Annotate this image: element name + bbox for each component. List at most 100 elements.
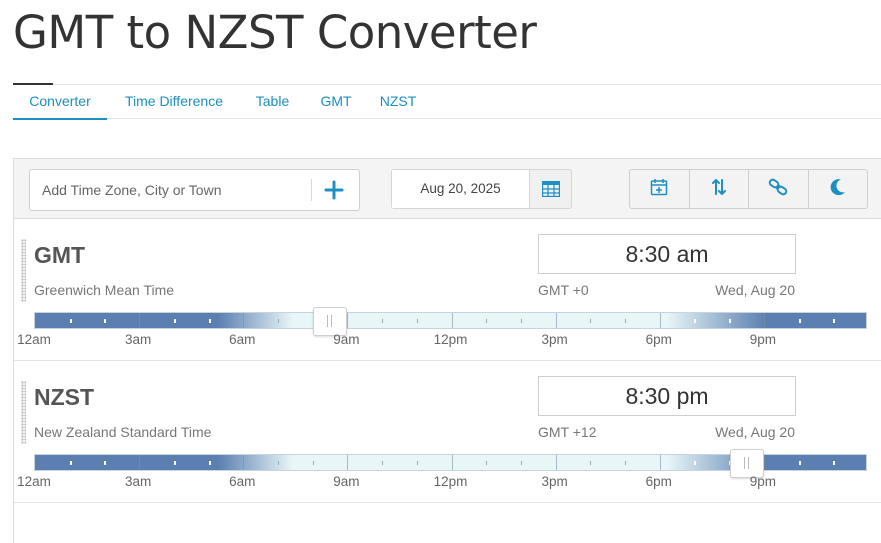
hour-tick-major (660, 313, 661, 328)
hour-tick-minor (278, 461, 279, 465)
hour-tick-minor (417, 319, 418, 323)
zone-date: Wed, Aug 20 (715, 424, 795, 440)
drag-handle[interactable] (21, 239, 26, 302)
page-title: GMT to NZST Converter (13, 6, 537, 59)
zone-date: Wed, Aug 20 (715, 282, 795, 298)
tab-bar: Converter Time Difference Table GMT NZST (13, 86, 881, 120)
utc-offset: GMT +0 (538, 282, 589, 298)
hour-tick-minor (174, 319, 176, 323)
hour-tick-major (764, 313, 765, 328)
hour-tick-major (243, 313, 244, 328)
tab-gmt[interactable]: GMT (313, 86, 359, 118)
add-zone-input[interactable] (30, 170, 310, 210)
hour-label: 12pm (433, 474, 468, 489)
hour-tick-minor (799, 319, 801, 323)
hour-tick-major (139, 313, 140, 328)
plus-icon[interactable] (322, 178, 346, 202)
hour-label: 9pm (749, 474, 777, 489)
tab-converter[interactable]: Converter (13, 86, 107, 120)
hour-tick-major (556, 455, 557, 470)
hour-tick-minor (521, 319, 522, 323)
hour-tick-minor (70, 319, 72, 323)
hour-tick-major (243, 455, 244, 470)
hour-slider-track[interactable] (34, 312, 867, 329)
hour-tick-minor (590, 461, 591, 465)
hour-label: 6am (229, 332, 256, 347)
slider-grip (743, 457, 745, 469)
add-zone-separator (311, 179, 312, 201)
hour-label: 9am (333, 332, 360, 347)
zone-full-name: New Zealand Standard Time (34, 424, 212, 440)
tab-time-difference[interactable]: Time Difference (115, 86, 233, 118)
hour-tick-major (452, 313, 453, 328)
hour-tick-major (556, 313, 557, 328)
zone-row-gmt: GMT Greenwich Mean Time 8:30 am GMT +0 W… (14, 219, 881, 361)
hour-tick-major (347, 455, 348, 470)
tab-table[interactable]: Table (249, 86, 296, 118)
calendar-plus-icon (650, 178, 668, 201)
date-picker: Aug 20, 2025 (391, 169, 572, 209)
add-zone-box (29, 169, 360, 211)
calendar-grid-icon[interactable] (530, 170, 571, 208)
hour-label: 3am (124, 332, 152, 347)
zone-abbreviation: NZST (34, 384, 95, 410)
date-field[interactable]: Aug 20, 2025 (392, 170, 530, 208)
utc-offset: GMT +12 (538, 424, 597, 440)
toolbar-button-group (629, 169, 868, 209)
hour-label: 6pm (645, 332, 672, 347)
hour-label: 12am (17, 332, 51, 347)
zone-row-nzst: NZST New Zealand Standard Time 8:30 pm G… (14, 361, 881, 503)
hour-tick-minor (278, 319, 279, 323)
hour-tick-minor (486, 319, 487, 323)
hour-tick-minor (590, 319, 591, 323)
converter-panel: Aug 20, 2025 (13, 158, 881, 543)
title-divider (13, 84, 881, 85)
hour-tick-minor (729, 319, 731, 323)
hour-tick-minor (625, 461, 626, 465)
hour-tick-minor (833, 319, 835, 323)
slider-grip (747, 457, 749, 469)
slider-grip (327, 315, 329, 327)
slider-grip (331, 315, 333, 327)
hour-label: 3pm (541, 332, 568, 347)
hour-label: 12am (17, 474, 51, 489)
share-link-button[interactable] (749, 170, 809, 208)
reverse-order-button[interactable] (690, 170, 749, 208)
hour-tick-minor (382, 319, 383, 323)
hour-tick-minor (486, 461, 487, 465)
hour-label: 3pm (541, 474, 568, 489)
hour-tick-minor (209, 461, 211, 465)
hour-tick-minor (417, 461, 418, 465)
hour-label: 12pm (433, 332, 468, 347)
hour-tick-minor (799, 461, 801, 465)
hour-tick-minor (70, 461, 72, 465)
hour-tick-major (764, 455, 765, 470)
hour-tick-minor (174, 461, 176, 465)
tab-nzst[interactable]: NZST (375, 86, 421, 118)
converter-toolbar: Aug 20, 2025 (14, 159, 881, 219)
hour-tick-minor (104, 319, 106, 323)
title-accent-bar (13, 83, 53, 85)
time-display[interactable]: 8:30 am (538, 234, 796, 274)
time-display[interactable]: 8:30 pm (538, 376, 796, 416)
zone-full-name: Greenwich Mean Time (34, 282, 175, 298)
hour-label: 6pm (645, 474, 672, 489)
hour-tick-major (452, 455, 453, 470)
hour-tick-minor (382, 461, 383, 465)
hour-label: 6am (229, 474, 256, 489)
hour-tick-minor (521, 461, 522, 465)
zone-abbreviation: GMT (34, 242, 86, 268)
swap-vertical-icon (711, 178, 727, 201)
hour-label: 9pm (749, 332, 777, 347)
hour-tick-minor (313, 461, 314, 465)
hour-tick-minor (625, 319, 626, 323)
link-icon (768, 178, 788, 201)
hour-label: 9am (333, 474, 360, 489)
hour-tick-minor (209, 319, 211, 323)
add-to-calendar-button[interactable] (630, 170, 690, 208)
dark-mode-button[interactable] (809, 170, 868, 208)
hour-tick-minor (694, 319, 696, 323)
drag-handle[interactable] (21, 381, 26, 444)
hour-tick-major (139, 455, 140, 470)
hour-tick-major (660, 455, 661, 470)
